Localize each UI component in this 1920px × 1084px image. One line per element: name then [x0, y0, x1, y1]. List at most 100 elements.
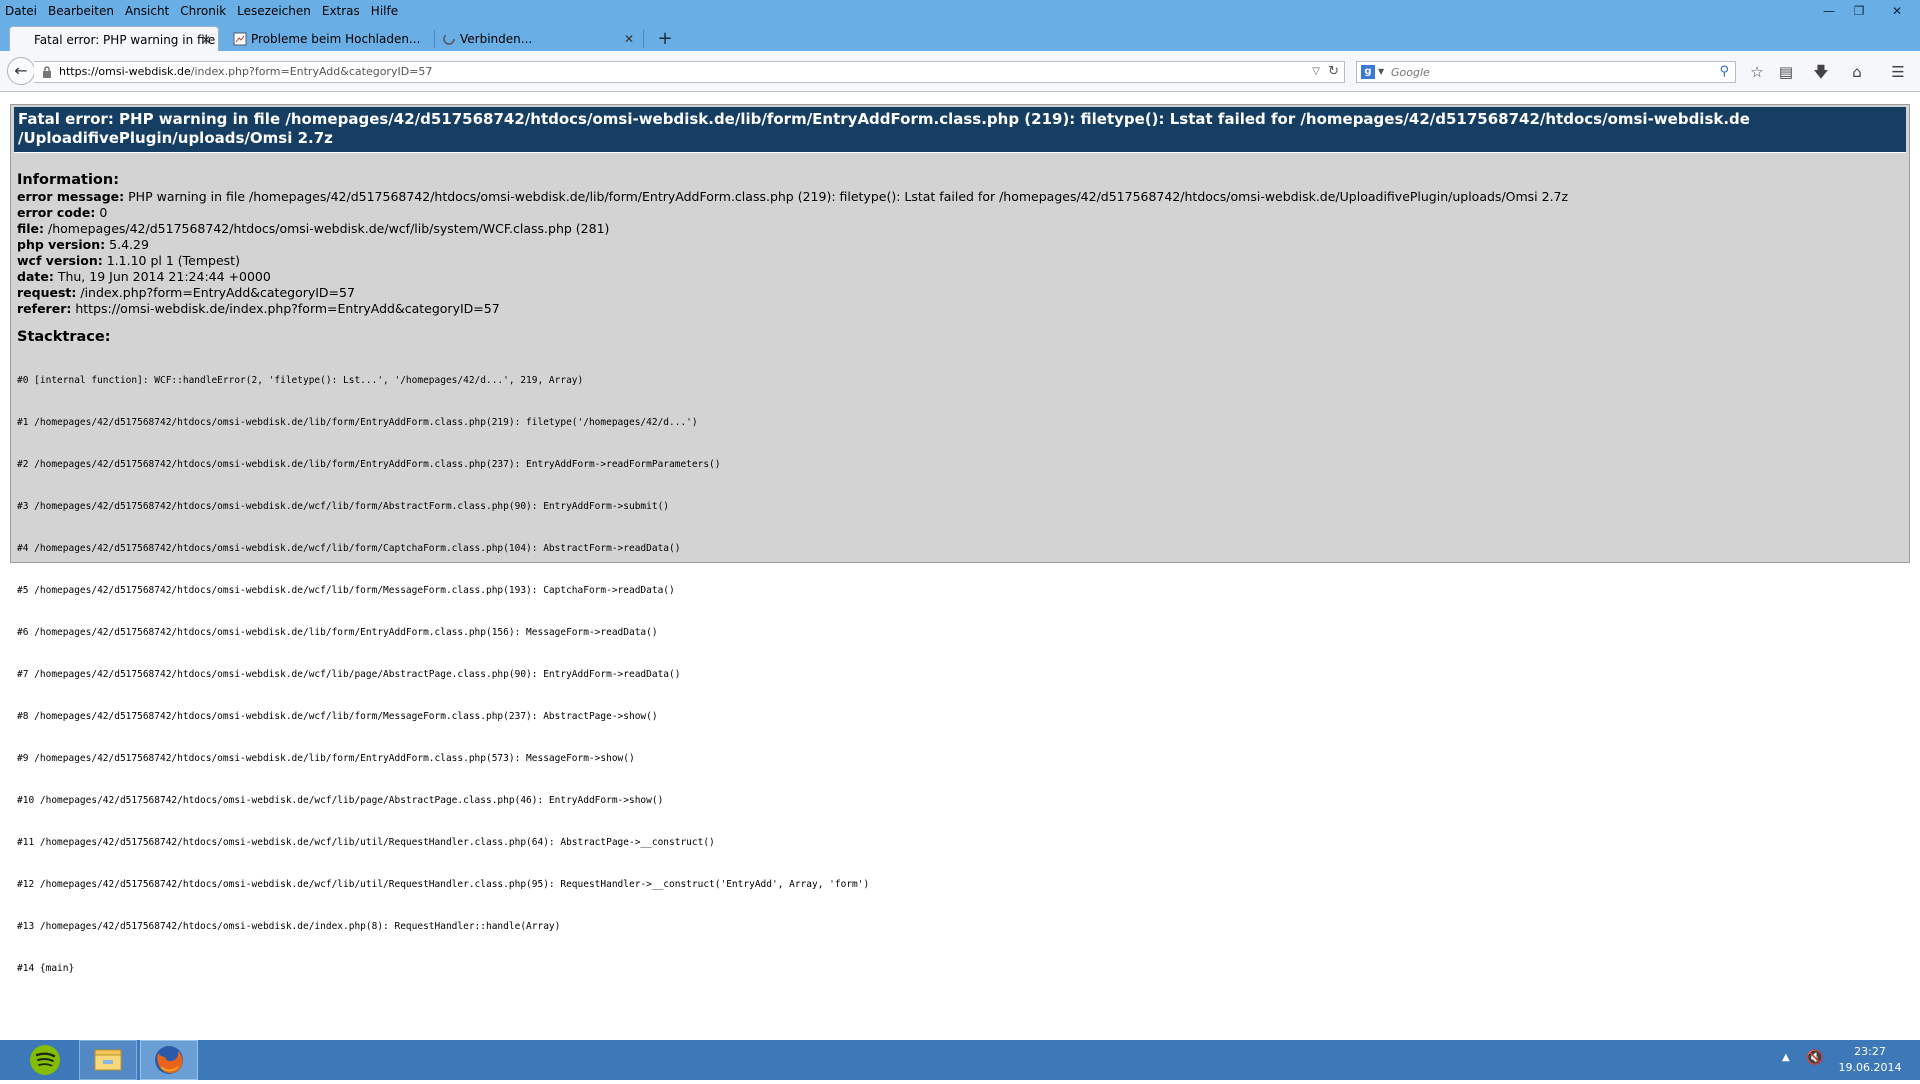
stacktrace-line: #8 /homepages/42/d517568742/htdocs/omsi-…: [17, 711, 658, 722]
downloads-icon[interactable]: 🡇: [1810, 61, 1832, 83]
info-key: referer:: [17, 301, 72, 316]
tab-label: Verbinden...: [460, 32, 533, 46]
taskbar: ▲ 🔇 23:27 19.06.2014: [0, 1040, 1920, 1080]
stacktrace-line: #5 /homepages/42/d517568742/htdocs/omsi-…: [17, 585, 675, 596]
stacktrace-line: #9 /homepages/42/d517568742/htdocs/omsi-…: [17, 753, 635, 764]
file-explorer-icon: [94, 1049, 122, 1071]
information-section: Information: error message: PHP warning …: [17, 171, 1897, 317]
info-row-error-message: error message: PHP warning in file /home…: [17, 189, 1897, 205]
taskbar-firefox[interactable]: [140, 1040, 198, 1080]
back-button[interactable]: ←: [7, 57, 35, 85]
close-tab-icon[interactable]: ✕: [201, 27, 211, 52]
info-value: /homepages/42/d517568742/htdocs/omsi-web…: [48, 221, 610, 236]
error-title: Fatal error: PHP warning in file /homepa…: [14, 107, 1906, 153]
tab-separator: [643, 30, 644, 48]
search-icon[interactable]: ⚲: [1719, 62, 1729, 82]
hamburger-menu-icon[interactable]: ☰: [1887, 61, 1909, 83]
menu-ansicht[interactable]: Ansicht: [120, 1, 175, 21]
tab-strip: Fatal error: PHP warning in file ... ✕ P…: [0, 20, 1920, 52]
error-box: Fatal error: PHP warning in file /homepa…: [10, 104, 1910, 974]
stacktrace-line: #4 /homepages/42/d517568742/htdocs/omsi-…: [17, 543, 681, 554]
clock-date: 19.06.2014: [1838, 1061, 1902, 1074]
home-icon[interactable]: ⌂: [1846, 61, 1868, 83]
restore-icon[interactable]: ❐: [1844, 2, 1874, 22]
info-row-referer: referer: https://omsi-webdisk.de/index.p…: [17, 301, 1897, 317]
tab-label: Probleme beim Hochladen...: [251, 32, 421, 46]
history-dropdown-icon[interactable]: ▽: [1312, 62, 1320, 82]
stacktrace-line: #6 /homepages/42/d517568742/htdocs/omsi-…: [17, 627, 658, 638]
menu-bar: Datei Bearbeiten Ansicht Chronik Lesezeichen…: [0, 0, 1920, 20]
clock-time: 23:27: [1854, 1045, 1886, 1058]
stacktrace-section: Stacktrace: #0 [internal function]: WCF:…: [17, 328, 1897, 1004]
menu-bearbeiten[interactable]: Bearbeiten: [43, 1, 120, 21]
info-value: 5.4.29: [109, 237, 149, 252]
stacktrace-line: #3 /homepages/42/d517568742/htdocs/omsi-…: [17, 501, 670, 512]
information-heading: Information:: [17, 172, 120, 188]
info-value: /index.php?form=EntryAdd&categoryID=57: [80, 285, 355, 300]
url-bar[interactable]: https://omsi-webdisk.de/index.php?form=E…: [34, 61, 1345, 83]
url-host: https://omsi-webdisk.de: [59, 65, 191, 78]
info-value: Thu, 19 Jun 2014 21:24:44 +0000: [57, 269, 271, 284]
info-key: date:: [17, 269, 54, 284]
google-icon[interactable]: g: [1361, 65, 1375, 79]
taskbar-spotify[interactable]: [16, 1040, 74, 1080]
menu-chronik[interactable]: Chronik: [175, 1, 232, 21]
url-text[interactable]: https://omsi-webdisk.de/index.php?form=E…: [59, 62, 432, 82]
url-path: /index.php?form=EntryAdd&categoryID=57: [190, 65, 433, 78]
menu-datei[interactable]: Datei: [0, 1, 43, 21]
taskbar-file-explorer[interactable]: [79, 1040, 137, 1080]
info-key: error code:: [17, 205, 96, 220]
search-bar[interactable]: g ▼ ⚲: [1356, 61, 1736, 83]
clock[interactable]: 23:27 19.06.2014: [1835, 1044, 1905, 1076]
menu-extras[interactable]: Extras: [317, 1, 366, 21]
info-row-request: request: /index.php?form=EntryAdd&catego…: [17, 285, 1897, 301]
lock-icon: [43, 66, 51, 78]
stacktrace-line: #1 /homepages/42/d517568742/htdocs/omsi-…: [17, 417, 698, 428]
info-key: error message:: [17, 189, 125, 204]
stacktrace-line: #11 /homepages/42/d517568742/htdocs/omsi…: [17, 837, 715, 848]
tab-probleme-beim-hochladen[interactable]: Probleme beim Hochladen...: [227, 26, 432, 52]
search-input[interactable]: [1391, 63, 1691, 81]
stacktrace-line: #10 /homepages/42/d517568742/htdocs/omsi…: [17, 795, 664, 806]
reload-icon[interactable]: ↻: [1328, 62, 1339, 82]
minimize-icon[interactable]: —: [1814, 2, 1844, 22]
info-value: 0: [99, 205, 108, 220]
volume-muted-icon[interactable]: 🔇: [1806, 1050, 1823, 1066]
chevron-down-icon[interactable]: ▼: [1378, 62, 1384, 82]
stacktrace-list: #0 [internal function]: WCF::handleError…: [17, 346, 1897, 1004]
info-row-error-code: error code: 0: [17, 205, 1897, 221]
info-value: PHP warning in file /homepages/42/d51756…: [128, 189, 1569, 204]
info-value: https://omsi-webdisk.de/index.php?form=E…: [75, 301, 500, 316]
info-row-php-version: php version: 5.4.29: [17, 237, 1897, 253]
firefox-icon: [155, 1046, 183, 1074]
menu-lesezeichen[interactable]: Lesezeichen: [232, 1, 317, 21]
bookmarks-menu-icon[interactable]: ▤: [1775, 61, 1797, 83]
info-row-date: date: Thu, 19 Jun 2014 21:24:44 +0000: [17, 269, 1897, 285]
info-key: wcf version:: [17, 253, 103, 268]
stacktrace-line: #2 /homepages/42/d517568742/htdocs/omsi-…: [17, 459, 721, 470]
tray-overflow-icon[interactable]: ▲: [1782, 1052, 1790, 1063]
stacktrace-line: #13 /homepages/42/d517568742/htdocs/omsi…: [17, 921, 561, 932]
menu-hilfe[interactable]: Hilfe: [366, 1, 404, 21]
close-window-icon[interactable]: ✕: [1874, 2, 1920, 22]
loading-icon: [443, 33, 455, 45]
close-tab-icon[interactable]: ✕: [624, 26, 634, 52]
window-controls: — ❐ ✕: [1814, 0, 1920, 20]
new-tab-button[interactable]: +: [655, 28, 675, 50]
tab-verbinden[interactable]: Verbinden... ✕: [436, 26, 641, 52]
stacktrace-heading: Stacktrace:: [17, 329, 111, 345]
bookmark-star-icon[interactable]: ☆: [1746, 61, 1768, 83]
page-icon: [233, 32, 247, 46]
info-key: php version:: [17, 237, 106, 252]
stacktrace-line: #7 /homepages/42/d517568742/htdocs/omsi-…: [17, 669, 681, 680]
info-row-file: file: /homepages/42/d517568742/htdocs/om…: [17, 221, 1897, 237]
info-row-wcf-version: wcf version: 1.1.10 pl 1 (Tempest): [17, 253, 1897, 269]
spotify-icon: [30, 1045, 60, 1075]
info-value: 1.1.10 pl 1 (Tempest): [106, 253, 240, 268]
navigation-bar: ← https://omsi-webdisk.de/index.php?form…: [0, 51, 1920, 92]
tab-separator: [434, 30, 435, 48]
stacktrace-line: #14 {main}: [17, 963, 75, 974]
info-key: file:: [17, 221, 45, 236]
tab-fatal-error[interactable]: Fatal error: PHP warning in file ... ✕: [9, 26, 219, 52]
info-key: request:: [17, 285, 77, 300]
